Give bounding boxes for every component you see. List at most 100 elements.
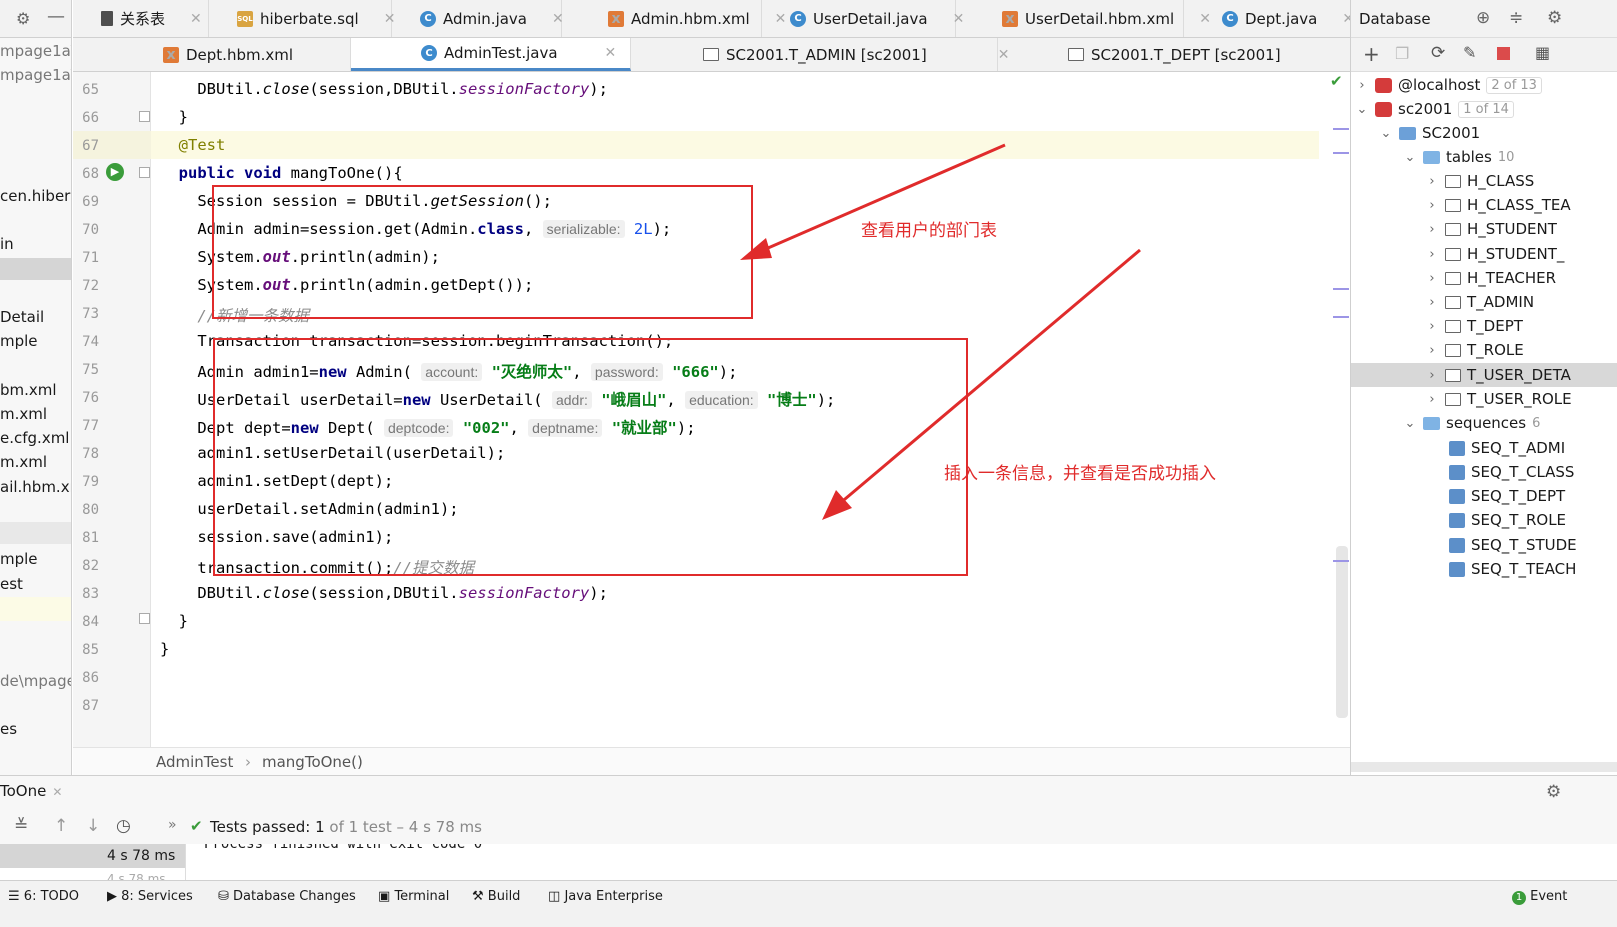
tests-passed-count: 1 [315,818,325,836]
annotation-note: 查看用户的部门表 [861,221,997,241]
more-icon[interactable]: » [168,817,177,833]
chevron-right-icon[interactable]: › [1425,295,1439,310]
db-node-sequences[interactable]: ⌄ sequences 6 [1403,414,1541,432]
db-table[interactable]: › T_DEPT [1425,317,1523,335]
node-label: H_TEACHER [1467,269,1557,287]
chevron-right-icon[interactable]: › [1425,319,1439,334]
horizontal-scrollbar[interactable] [1351,762,1617,772]
database-toolbar: + ❐ ⟳ ✎ ▦ [1351,38,1617,72]
table-icon [1445,295,1461,309]
chevron-right-icon[interactable]: › [1425,222,1439,237]
db-table[interactable]: › T_USER_DETA [1425,366,1570,384]
collapse-icon[interactable]: ≑ [1509,8,1523,28]
collapse-all-icon[interactable]: ≚ [14,816,28,836]
chevron-right-icon[interactable]: › [1425,392,1439,407]
history-icon[interactable]: ◷ [116,816,131,836]
inspection-ok-icon[interactable]: ✔ [1330,72,1343,90]
breadcrumb-class[interactable]: AdminTest [156,753,233,771]
event-log-tool[interactable]: 1 Event [1512,889,1567,905]
java-enterprise-tool[interactable]: ◫ Java Enterprise [548,889,663,904]
db-sequence[interactable]: SEQ_T_TEACH [1449,560,1576,578]
gear-icon[interactable]: ⚙ [1547,8,1562,28]
build-tool[interactable]: ⚒ Build [472,889,520,904]
db-table[interactable]: › H_STUDENT_ [1425,245,1564,263]
run-tab[interactable]: ToOne ✕ [0,782,62,800]
db-sequence[interactable]: SEQ_T_ROLE [1449,511,1566,529]
editor-scrollbar[interactable] [1336,546,1348,718]
marker [1333,152,1349,154]
chevron-down-icon[interactable]: ⌄ [1355,102,1369,117]
run-panel: ToOne ✕ ⚙ ≚ ↑ ↓ ◷ » ✔ Tests passed: 1 of … [0,775,1617,886]
chevron-right-icon[interactable]: › [1355,78,1369,93]
database-changes-tool[interactable]: ⛁ Database Changes [218,889,356,904]
target-icon[interactable]: ⊕ [1476,8,1490,28]
database-header: Database ⊕ ≑ ⚙ [1351,0,1617,38]
node-label: SEQ_T_ADMI [1471,439,1566,457]
db-sequence[interactable]: SEQ_T_DEPT [1449,487,1565,505]
node-count: 2 of 13 [1486,76,1542,94]
chevron-down-icon[interactable]: ⌄ [1403,150,1417,165]
close-icon[interactable]: ✕ [52,785,62,799]
add-icon[interactable]: + [1363,42,1380,66]
up-arrow-icon[interactable]: ↑ [54,816,68,836]
db-node-tables[interactable]: ⌄ tables 10 [1403,148,1515,166]
table-icon [1445,319,1461,333]
refresh-icon[interactable]: ⟳ [1431,43,1445,63]
gear-icon[interactable]: ⚙ [1546,782,1561,802]
db-table[interactable]: › H_CLASS [1425,172,1534,190]
arrow-head [740,238,772,260]
todo-tool[interactable]: ☰ 6: TODO [8,889,79,904]
console-output: Process finished with exit code 0 [185,844,1617,881]
chevron-down-icon[interactable]: ⌄ [1403,416,1417,431]
panel-title: Database [1359,10,1431,28]
node-label: H_STUDENT [1467,220,1557,238]
db-sequence[interactable]: SEQ_T_CLASS [1449,463,1574,481]
node-label: H_CLASS [1467,172,1535,190]
db-sequence[interactable]: SEQ_T_ADMI [1449,439,1565,457]
services-tool[interactable]: ▶ 8: Services [107,889,193,904]
chevron-right-icon[interactable]: › [1425,368,1439,383]
chevron-right-icon[interactable]: › [1425,198,1439,213]
table-view-icon[interactable]: ▦ [1535,43,1550,62]
db-node-localhost[interactable]: › @localhost 2 of 13 [1355,76,1542,94]
tests-passed-detail: of 1 test – 4 s 78 ms [329,818,482,836]
chevron-right-icon[interactable]: › [1425,343,1439,358]
chevron-right-icon[interactable]: › [1425,174,1439,189]
copy-icon[interactable]: ❐ [1395,44,1409,63]
table-icon [1445,198,1461,212]
db-table[interactable]: › T_USER_ROLE [1425,390,1571,408]
marker [1333,128,1349,130]
tests-passed-check-icon: ✔ [190,817,203,835]
db-table[interactable]: › H_CLASS_TEA [1425,196,1571,214]
terminal-tool[interactable]: ▣ Terminal [378,889,449,904]
sequence-icon [1449,488,1465,504]
db-node-schema[interactable]: ⌄ SC2001 [1379,124,1481,142]
marker [1333,288,1349,290]
node-label: SC2001 [1422,124,1481,142]
chevron-right-icon[interactable]: › [1425,271,1439,286]
edit-icon[interactable]: ✎ [1463,43,1476,62]
run-tab-label: ToOne [0,782,47,800]
java-enterprise-icon: ◫ [548,889,561,904]
event-icon: 1 [1512,891,1526,905]
db-node-sc2001[interactable]: ⌄ sc2001 1 of 14 [1355,100,1514,118]
stop-icon[interactable] [1497,47,1510,60]
chevron-right-icon[interactable]: › [1425,247,1439,262]
db-table[interactable]: › H_TEACHER [1425,269,1556,287]
breadcrumb-method[interactable]: mangToOne() [262,753,363,771]
chevron-down-icon[interactable]: ⌄ [1379,126,1393,141]
db-table[interactable]: › T_ADMIN [1425,293,1534,311]
down-arrow-icon[interactable]: ↓ [86,816,100,836]
node-label: H_CLASS_TEA [1467,196,1571,214]
test-tree: 4 s 78 ms 4 s 78 ms [0,844,185,886]
db-table[interactable]: › H_STUDENT [1425,220,1557,238]
tool-label: Event [1530,889,1568,904]
table-icon [1445,247,1461,261]
db-table[interactable]: › T_ROLE [1425,341,1523,359]
table-icon [1445,174,1461,188]
terminal-icon: ▣ [378,889,391,904]
db-sequence[interactable]: SEQ_T_STUDE [1449,536,1577,554]
database-icon [1375,77,1392,93]
sequence-icon [1449,464,1465,480]
tests-passed-label: Tests passed: [210,818,311,836]
